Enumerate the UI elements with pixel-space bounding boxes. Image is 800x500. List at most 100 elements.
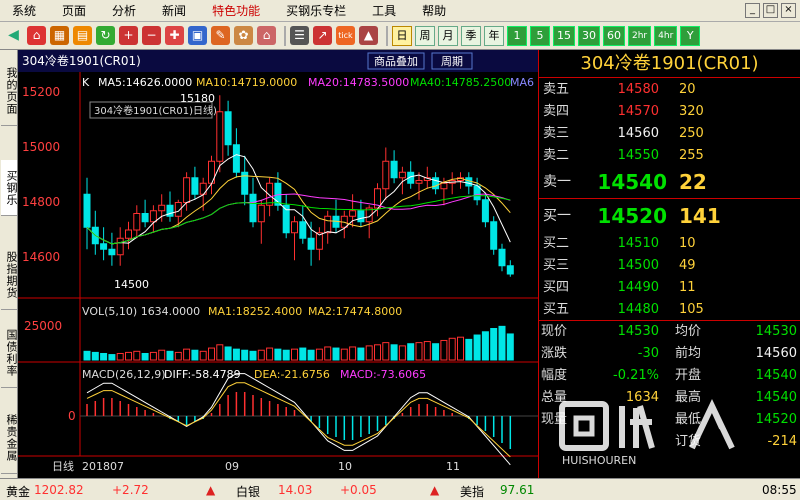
volume-bar xyxy=(257,349,265,361)
menu-features[interactable]: 特色功能 xyxy=(200,2,274,19)
orderbook-price: 14520 xyxy=(597,204,667,228)
minimize-button[interactable]: _ xyxy=(745,3,760,18)
period-day[interactable]: 日 xyxy=(392,25,412,46)
period-year[interactable]: 年 xyxy=(484,25,504,46)
zoom-in-icon[interactable]: + xyxy=(119,26,138,45)
orderbook-volume: 22 xyxy=(679,170,707,194)
orderbook-label: 卖三 xyxy=(543,126,570,141)
volume-bar xyxy=(174,351,182,361)
maximize-button[interactable]: □ xyxy=(763,3,778,18)
kline-chart[interactable]: 304冷卷1901(CR01) 商品叠加 周期 K MA5:14626.0000… xyxy=(18,50,538,478)
ma-legend-item: MA20:14783.5000 xyxy=(308,76,409,89)
volume-bar xyxy=(340,348,348,361)
indicator-icon[interactable]: ▲ xyxy=(359,26,378,45)
volume-bar xyxy=(365,345,373,361)
silver-change: +0.05 xyxy=(340,483,377,497)
menu-tools[interactable]: 工具 xyxy=(360,2,410,19)
sidebar-tab-index-futures[interactable]: 股指期货 xyxy=(1,240,18,310)
orderbook-row[interactable]: 卖三 14560 250 xyxy=(539,124,800,144)
menu-news[interactable]: 新闻 xyxy=(150,2,200,19)
orderbook-volume: 320 xyxy=(679,104,704,119)
macd-tick: 0 xyxy=(68,409,76,423)
volume-bar xyxy=(374,344,381,361)
sidebar-tab-my-page[interactable]: 我的页面 xyxy=(1,56,18,126)
period-15min[interactable]: 15 xyxy=(553,25,575,46)
trend-icon[interactable]: ↗ xyxy=(313,26,332,45)
orderbook-volume: 11 xyxy=(679,280,696,295)
menu-help[interactable]: 帮助 xyxy=(410,2,460,19)
orderbook-volume: 141 xyxy=(679,204,721,228)
period-4hr[interactable]: 4hr xyxy=(654,25,678,46)
orderbook-row[interactable]: 买五 14480 105 xyxy=(539,300,800,320)
tick-icon[interactable]: tick xyxy=(336,26,355,45)
orderbook-label: 买一 xyxy=(543,208,571,224)
menu-system[interactable]: 系统 xyxy=(0,2,50,19)
price-tick: 15200 xyxy=(22,85,60,99)
period-month[interactable]: 月 xyxy=(438,25,458,46)
orderbook-row[interactable]: 卖二 14550 255 xyxy=(539,146,800,166)
chart-icon[interactable]: ▦ xyxy=(50,26,69,45)
period-week[interactable]: 周 xyxy=(415,25,435,46)
orderbook-row[interactable]: 买一 14520 141 xyxy=(539,206,800,226)
volume-bar xyxy=(407,343,415,361)
menu-analysis[interactable]: 分析 xyxy=(100,2,150,19)
volume-bar xyxy=(232,348,240,361)
orderbook-volume: 20 xyxy=(679,82,696,97)
status-bar: 黄金 1202.82 +2.72 ▲ 白银 14.03 +0.05 ▲ 美指 9… xyxy=(0,478,800,500)
volume-bar xyxy=(125,351,132,361)
period-30min[interactable]: 30 xyxy=(578,25,600,46)
stat-v2: 14560 xyxy=(755,346,797,361)
orderbook-volume: 255 xyxy=(679,148,704,163)
period-2hr[interactable]: 2hr xyxy=(628,25,652,46)
list-icon[interactable]: ☰ xyxy=(290,26,309,45)
orderbook-row[interactable]: 卖五 14580 20 xyxy=(539,80,800,100)
volume-bar xyxy=(108,354,116,361)
volume-bar xyxy=(481,331,489,361)
volume-ma1-label: MA1:18252.4000 xyxy=(208,305,302,318)
period-60min[interactable]: 60 xyxy=(603,25,625,46)
back-arrow-icon[interactable]: ◀ xyxy=(4,26,23,45)
volume-bar xyxy=(224,346,232,361)
report-icon[interactable]: ▤ xyxy=(73,26,92,45)
volume-bar xyxy=(208,347,215,361)
close-button[interactable]: × xyxy=(781,3,796,18)
menu-column[interactable]: 买钢乐专栏 xyxy=(274,2,360,19)
stat-l2: 开盘 xyxy=(675,368,702,383)
chart-legend-box: 304冷卷1901(CR01)日线) xyxy=(94,104,217,117)
crosshair-icon[interactable]: ✚ xyxy=(165,26,184,45)
orderbook-row[interactable]: 买二 14510 10 xyxy=(539,234,800,254)
period-button[interactable]: 周期 xyxy=(441,55,463,68)
orderbook-row[interactable]: 买三 14500 49 xyxy=(539,256,800,276)
silver-up-arrow-icon: ▲ xyxy=(430,483,440,497)
paint-icon[interactable]: ✿ xyxy=(234,26,253,45)
refresh-icon[interactable]: ↻ xyxy=(96,26,115,45)
period-1min[interactable]: 1 xyxy=(507,25,527,46)
pen-icon[interactable]: ✎ xyxy=(211,26,230,45)
sidebar-tab-bond-rates[interactable]: 国债利率 xyxy=(1,318,18,388)
home-icon[interactable]: ⌂ xyxy=(27,26,46,45)
toolbar-separator xyxy=(386,25,388,46)
menu-page[interactable]: 页面 xyxy=(50,2,100,19)
orderbook-row[interactable]: 买四 14490 11 xyxy=(539,278,800,298)
sidebar-tab-precious-metals[interactable]: 稀贵金属 xyxy=(1,402,18,474)
overlay-button[interactable]: 商品叠加 xyxy=(374,54,418,68)
orderbook-price: 14540 xyxy=(597,170,667,194)
period-5min[interactable]: 5 xyxy=(530,25,550,46)
low-price-label: 14500 xyxy=(114,278,149,291)
orderbook-row[interactable]: 卖四 14570 320 xyxy=(539,102,800,122)
orderbook-row[interactable]: 卖一 14540 22 xyxy=(539,172,800,192)
stat-l1: 涨跌 xyxy=(541,346,568,361)
volume-bar xyxy=(506,333,514,361)
layout-icon[interactable]: ▣ xyxy=(188,26,207,45)
orderbook-volume: 10 xyxy=(679,236,696,251)
volume-label: VOL(5,10) 1634.0000 xyxy=(82,305,200,318)
volume-bar xyxy=(423,341,431,361)
volume-bar xyxy=(249,350,257,361)
basket-icon[interactable]: ⌂ xyxy=(257,26,276,45)
gold-label: 黄金 xyxy=(6,485,31,499)
zoom-out-icon[interactable]: − xyxy=(142,26,161,45)
orderbook-volume: 250 xyxy=(679,126,704,141)
period-y[interactable]: Y xyxy=(680,25,701,46)
sidebar-tab-maigangle[interactable]: 买钢乐 xyxy=(1,160,18,216)
period-quarter[interactable]: 季 xyxy=(461,25,481,46)
